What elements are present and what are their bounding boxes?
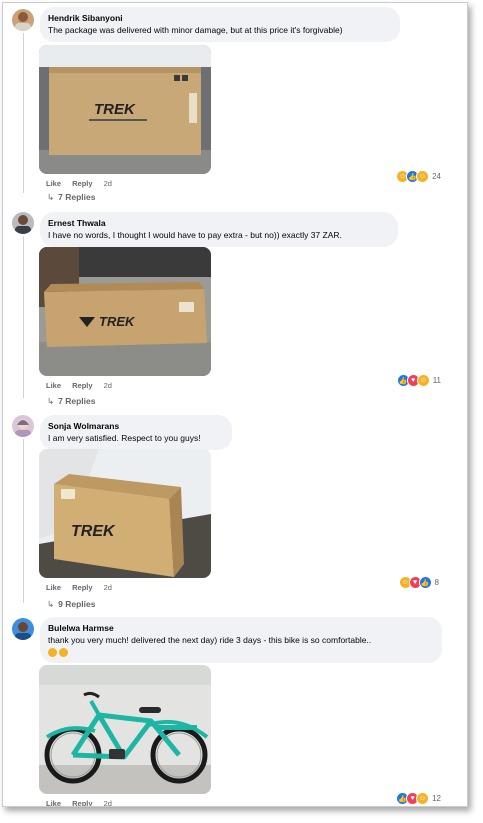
avatar[interactable] — [12, 618, 34, 640]
comment-bubble: Ernest Thwala I have no words, I thought… — [40, 212, 398, 247]
comment-bubble: Hendrik Sibanyoni The package was delive… — [40, 7, 400, 42]
replies-count: 7 Replies — [58, 396, 96, 406]
comments-panel: Hendrik Sibanyoni The package was delive… — [2, 2, 468, 807]
comment-author[interactable]: Bulelwa Harmse — [48, 622, 433, 634]
replies-count: 7 Replies — [58, 192, 96, 202]
comment-text: I have no words, I thought I would have … — [48, 230, 342, 240]
view-replies-link[interactable]: ↳ 7 Replies — [47, 192, 95, 203]
reply-arrow-icon: ↳ — [47, 599, 55, 609]
emoji-row — [48, 646, 433, 658]
comment-author[interactable]: Sonja Wolmarans — [48, 420, 223, 432]
reply-button[interactable]: Reply — [72, 583, 92, 592]
box-logo: TREK — [94, 101, 136, 118]
like-reaction-icon: 👍 — [418, 576, 432, 589]
smile-emoji-icon — [59, 648, 68, 658]
avatar[interactable] — [12, 212, 34, 234]
wow-reaction-icon: ☺ — [416, 170, 430, 183]
comment-photo[interactable]: TREK — [39, 247, 211, 376]
comment-photo[interactable] — [39, 665, 211, 794]
like-button[interactable]: Like — [46, 381, 61, 390]
comment-actions: Like Reply 2d — [46, 381, 121, 390]
comment-author[interactable]: Hendrik Sibanyoni — [48, 12, 391, 24]
reaction-count: 12 — [432, 794, 441, 803]
timestamp[interactable]: 2d — [104, 381, 112, 390]
thread-line — [23, 33, 24, 193]
like-button[interactable]: Like — [46, 799, 61, 806]
reaction-summary[interactable]: ☺ 👍 ☺ 24 — [396, 170, 441, 183]
comment-photo[interactable]: TREK — [39, 449, 211, 578]
comment-text: I am very satisfied. Respect to you guys… — [48, 433, 201, 443]
reply-arrow-icon: ↳ — [47, 192, 55, 202]
thread-line — [23, 236, 24, 398]
haha-reaction-icon: ☺ — [416, 792, 430, 805]
comment-actions: Like Reply 2d — [46, 583, 121, 592]
smile-emoji-icon — [48, 648, 57, 658]
reaction-summary[interactable]: 👍 ♥ ☺ 12 — [396, 792, 441, 805]
like-button[interactable]: Like — [46, 583, 61, 592]
reply-button[interactable]: Reply — [72, 179, 92, 188]
box-logo: TREK — [99, 314, 136, 329]
reply-arrow-icon: ↳ — [47, 396, 55, 406]
thread-line — [23, 439, 24, 603]
reply-button[interactable]: Reply — [72, 799, 92, 806]
reaction-count: 24 — [432, 172, 441, 181]
timestamp[interactable]: 2d — [104, 179, 112, 188]
reaction-count: 11 — [432, 376, 441, 385]
avatar[interactable] — [12, 9, 34, 31]
comment-actions: Like Reply 2d — [46, 799, 121, 806]
reaction-summary[interactable]: ☺ ♥ 👍 8 — [398, 576, 439, 589]
comment-author[interactable]: Ernest Thwala — [48, 217, 389, 229]
timestamp[interactable]: 2d — [104, 799, 112, 806]
view-replies-link[interactable]: ↳ 7 Replies — [47, 396, 95, 407]
view-replies-link[interactable]: ↳ 9 Replies — [47, 599, 95, 610]
like-button[interactable]: Like — [46, 179, 61, 188]
avatar[interactable] — [12, 415, 34, 437]
box-logo: TREK — [71, 523, 116, 540]
comment-text: thank you very much! delivered the next … — [48, 635, 372, 645]
reaction-count: 8 — [434, 578, 439, 587]
timestamp[interactable]: 2d — [104, 583, 112, 592]
comment-bubble: Bulelwa Harmse thank you very much! deli… — [40, 617, 442, 663]
comment-photo[interactable]: TREK — [39, 45, 211, 174]
comment-text: The package was delivered with minor dam… — [48, 25, 343, 35]
replies-count: 9 Replies — [58, 599, 96, 609]
reply-button[interactable]: Reply — [72, 381, 92, 390]
comment-bubble: Sonja Wolmarans I am very satisfied. Res… — [40, 415, 232, 450]
comment-actions: Like Reply 2d — [46, 179, 121, 188]
reaction-summary[interactable]: 👍 ♥ ☺ 11 — [396, 374, 441, 387]
haha-reaction-icon: ☺ — [416, 374, 430, 387]
